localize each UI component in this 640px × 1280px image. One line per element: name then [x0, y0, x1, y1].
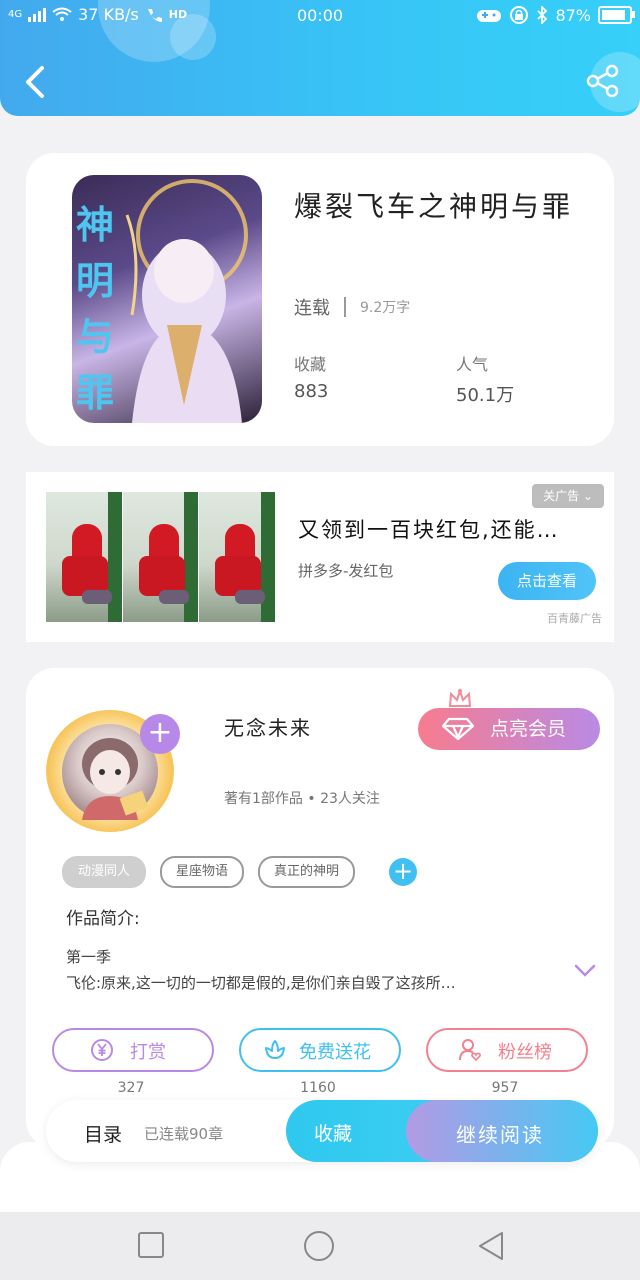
popularity-value: 50.1万 [456, 385, 515, 406]
flower-count: 1160 [300, 1080, 336, 1096]
ad-view-button[interactable]: 点击查看 [498, 562, 596, 600]
yen-icon [91, 1039, 113, 1061]
fan-ranking-label: 粉丝榜 [498, 1042, 552, 1063]
vip-button[interactable]: 点亮会员 [418, 708, 600, 750]
ad-image-frame [46, 492, 123, 622]
continue-reading-label: 继续阅读 [456, 1123, 544, 1147]
ad-source: 拼多多-发红包 [298, 562, 394, 580]
tag-item[interactable]: 动漫同人 [62, 856, 147, 888]
add-tag-button[interactable]: + [389, 858, 418, 886]
share-button[interactable] [586, 64, 620, 98]
system-nav-bar [0, 1212, 640, 1280]
book-title: 爆裂飞车之神明与罪 [294, 190, 574, 223]
share-icon [586, 64, 619, 98]
battery-icon [598, 6, 635, 24]
send-flower-button[interactable]: 免费送花 [239, 1028, 401, 1072]
vip-button-label: 点亮会员 [490, 718, 567, 740]
reward-label: 打赏 [130, 1042, 166, 1063]
crown-icon [448, 688, 472, 707]
intro-line: 飞伦:原来,这一切的一切都是假的,是你们亲自毁了这孩所… [66, 974, 456, 992]
favorites-value: 883 [294, 381, 329, 402]
book-cover[interactable]: 神明与罪 [72, 175, 262, 423]
square-icon[interactable] [136, 1230, 168, 1262]
ad-image-frame [199, 492, 277, 622]
author-name: 无念未来 [224, 716, 312, 740]
tag-item[interactable]: 真正的神明 [258, 856, 356, 888]
app-header: 4G 37 KB/s HD 00:00 87% [0, 0, 640, 116]
fan-count: 957 [491, 1080, 519, 1096]
toc-button[interactable]: 目录 [84, 1120, 122, 1147]
bluetooth-icon [537, 6, 548, 24]
divider [344, 297, 346, 317]
chevron-left-icon [26, 66, 44, 98]
ad-banner[interactable]: 关广告 ⌄ 又领到一百块红包,还能… 拼多多-发红包 点击查看 百青藤广告 [26, 472, 614, 642]
ad-image[interactable] [46, 492, 277, 622]
intro-line: 第一季 [66, 948, 112, 966]
favorites-label: 收藏 [294, 355, 327, 374]
tag-item[interactable]: 星座物语 [160, 856, 245, 888]
user-heart-icon [459, 1039, 481, 1062]
intro-label: 作品简介: [66, 909, 140, 929]
circle-icon[interactable] [303, 1230, 335, 1262]
close-ad-button[interactable]: 关广告 ⌄ [532, 484, 604, 508]
word-count: 9.2万字 [360, 300, 411, 316]
book-status-row: 连载 9.2万字 [294, 294, 410, 320]
send-flower-label: 免费送花 [299, 1042, 371, 1063]
tag-list: 动漫同人 星座物语 真正的神明 + [62, 856, 418, 888]
reward-count: 327 [117, 1080, 145, 1096]
status-bar: 4G 37 KB/s HD 00:00 87% [0, 0, 640, 32]
ad-provider-note: 百青藤广告 [547, 612, 602, 625]
chapter-count: 已连载90章 [144, 1125, 224, 1143]
flower-icon [265, 1040, 285, 1059]
lock-rotation-icon [510, 6, 529, 24]
continue-reading-button[interactable]: 继续阅读 [406, 1100, 598, 1162]
fan-ranking-button[interactable]: 粉丝榜 [426, 1028, 588, 1072]
serial-status: 连载 [294, 298, 330, 319]
popularity-label: 人气 [456, 355, 489, 374]
back-button[interactable] [18, 62, 54, 102]
intro-text: 第一季 飞伦:原来,这一切的一切都是假的,是你们亲自毁了这孩所… [66, 944, 566, 996]
bottom-action-bar: 目录 已连载90章 收藏 继续阅读 [46, 1100, 598, 1162]
collect-label: 收藏 [314, 1123, 353, 1145]
chevron-down-icon[interactable] [574, 964, 596, 978]
ad-image-frame [122, 492, 200, 622]
book-info-card: 神明与罪 爆裂飞车之神明与罪 连载 9.2万字 收藏 883 人气 50.1万 [26, 153, 614, 446]
battery-percent: 87% [555, 5, 591, 25]
diamond-icon [442, 717, 474, 741]
cover-title-text: 神明与罪 [76, 202, 115, 415]
follow-author-button[interactable]: + [140, 714, 180, 754]
author-meta: 著有1部作品 • 23人关注 [224, 791, 380, 807]
triangle-back-icon[interactable] [476, 1230, 508, 1262]
game-controller-icon [477, 10, 502, 22]
author-card: + 无念未来 著有1部作品 • 23人关注 点亮会员 动漫同人 星座物语 真正的… [26, 668, 614, 1148]
reward-button[interactable]: 打赏 [52, 1028, 214, 1072]
ad-title: 又领到一百块红包,还能… [298, 518, 560, 542]
